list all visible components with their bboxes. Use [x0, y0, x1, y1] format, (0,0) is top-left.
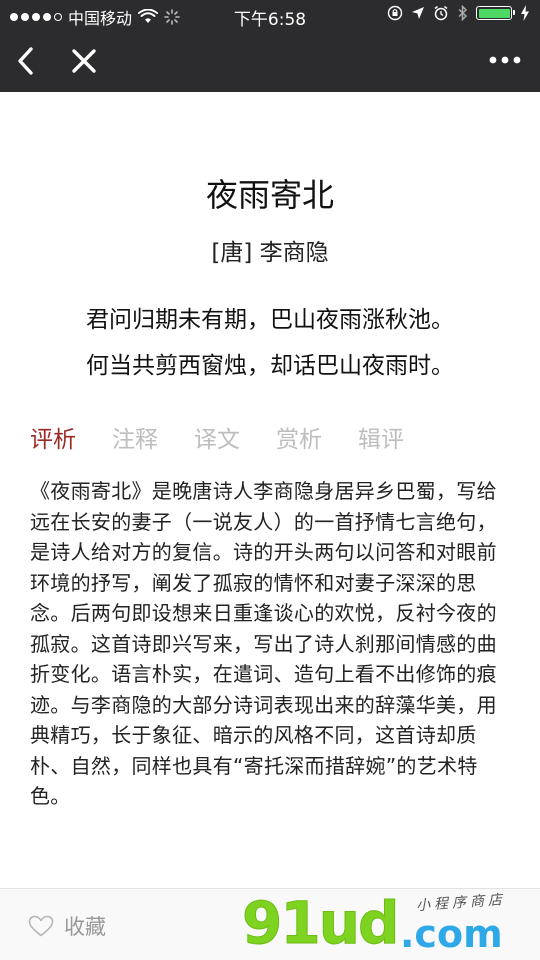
- favorite-label: 收藏: [64, 915, 106, 939]
- heart-outline-icon: [28, 915, 54, 937]
- status-bar: 中国移动 下午6:58: [0, 0, 540, 30]
- site-watermark: 91ud .com 小程序商店: [240, 888, 540, 960]
- rotation-lock-icon: [387, 5, 403, 21]
- tab-jiping[interactable]: 辑评: [358, 420, 404, 454]
- tab-pingxi[interactable]: 评析: [30, 420, 76, 454]
- tab-yiwen[interactable]: 译文: [194, 420, 240, 454]
- back-button[interactable]: [12, 44, 40, 78]
- poem-author: [唐] 李商隐: [211, 240, 329, 266]
- alarm-icon: [434, 5, 448, 21]
- analysis-text: 《夜雨寄北》是晚唐诗人李商隐身居异乡巴蜀，写给远在长安的妻子（一说友人）的一首抒…: [30, 479, 497, 808]
- battery-icon: [476, 6, 515, 20]
- tab-shangxi[interactable]: 赏析: [276, 420, 322, 454]
- bluetooth-icon: [458, 5, 468, 21]
- section-tabs: 评析 注释 译文 赏析 辑评: [30, 420, 404, 454]
- top-bar: 中国移动 下午6:58: [0, 0, 540, 92]
- status-right: [387, 5, 530, 21]
- tab-zhushi[interactable]: 注释: [112, 420, 158, 454]
- favorite-button[interactable]: 收藏: [28, 911, 106, 941]
- charging-bolt-icon: [521, 5, 529, 21]
- watermark-logo: 91ud: [242, 889, 401, 957]
- poem-line: 君问归期未有期，巴山夜雨涨秋池。: [86, 307, 454, 333]
- more-button[interactable]: [488, 54, 522, 66]
- poem-title: 夜雨寄北: [205, 176, 334, 214]
- close-button[interactable]: [70, 46, 98, 76]
- nav-bar: [0, 30, 540, 92]
- poem-line: 何当共剪西窗烛，却话巴山夜雨时。: [86, 353, 454, 379]
- watermark-dotcom: .com: [400, 912, 503, 956]
- location-icon: [412, 7, 424, 19]
